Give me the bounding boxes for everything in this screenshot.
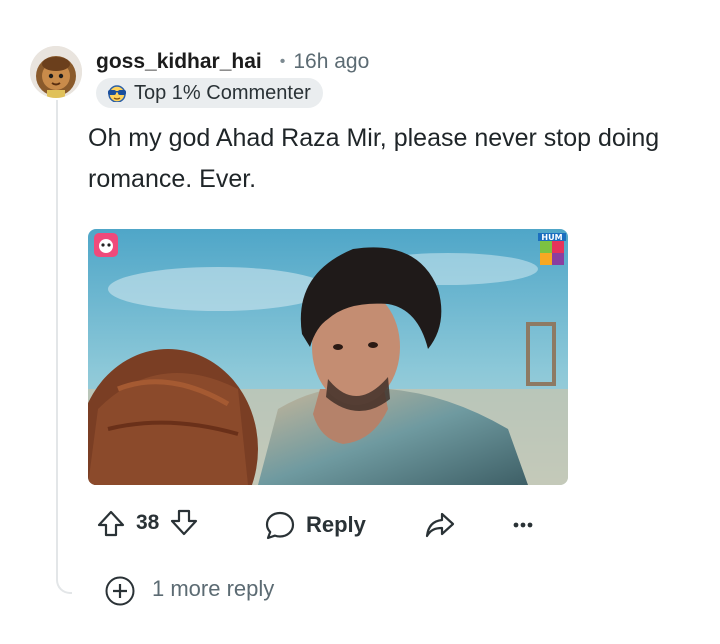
share-button[interactable] <box>424 510 456 540</box>
thread-connector-line <box>56 100 72 594</box>
photo-couple-scene: HUM <box>88 229 568 485</box>
more-replies-label[interactable]: 1 more reply <box>152 576 274 602</box>
comment-image[interactable]: HUM <box>88 229 568 485</box>
panda-icon <box>94 233 118 257</box>
comment-header: goss_kidhar_hai • 16h ago <box>96 46 369 78</box>
avatar[interactable] <box>30 46 82 98</box>
badge-label: Top 1% Commenter <box>134 81 311 104</box>
vote-controls: 38 <box>96 508 199 538</box>
share-arrow-icon <box>425 512 455 538</box>
commenter-badge[interactable]: Top 1% Commenter <box>96 78 323 108</box>
reply-label: Reply <box>306 512 366 537</box>
hum-tv-logo: HUM <box>538 233 566 265</box>
timestamp: 16h ago <box>293 50 370 73</box>
plus-circle-icon <box>105 576 135 606</box>
username[interactable]: goss_kidhar_hai <box>96 50 262 74</box>
downvote-arrow-icon[interactable] <box>169 508 199 538</box>
expand-replies-button[interactable] <box>104 575 136 607</box>
svg-text:HUM: HUM <box>541 233 562 242</box>
avatar-lion-icon <box>30 46 82 98</box>
more-options-icon <box>513 522 533 528</box>
reply-button[interactable]: Reply <box>264 509 366 541</box>
sunglasses-icon <box>108 85 126 102</box>
vote-count: 38 <box>136 511 160 534</box>
comment-body: Oh my god Ahad Raza Mir, please never st… <box>88 124 660 193</box>
meta-separator: • <box>279 53 286 70</box>
upvote-arrow-icon[interactable] <box>96 508 126 538</box>
comment-bubble-icon <box>265 511 295 540</box>
more-options-button[interactable] <box>512 516 534 534</box>
